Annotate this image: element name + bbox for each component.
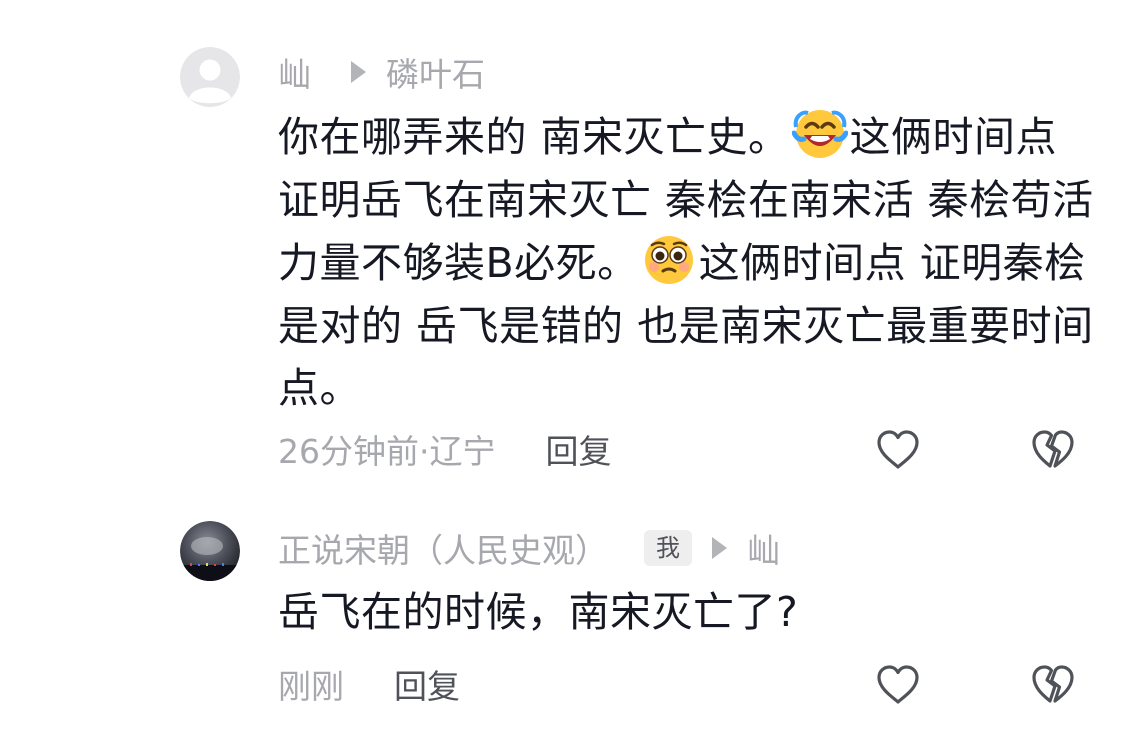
comment-author[interactable]: 正说宋朝（人民史观） [278,524,608,572]
dislike-button[interactable] [1028,660,1078,710]
comment-meta: 屾 磷叶石 [278,50,485,94]
reply-to-user[interactable]: 磷叶石 [386,48,485,96]
avatar[interactable] [180,47,240,107]
me-badge: 我 [644,530,692,566]
reply-button[interactable]: 回复 [545,425,611,473]
comment-text-part: 你在哪弄来的 南宋灭亡史。 [278,113,790,161]
comment-footer: 26分钟前·辽宁 回复 [278,424,611,474]
flushed-pleading-emoji [644,236,693,284]
like-button[interactable] [873,425,923,475]
broken-heart-icon [1032,430,1074,468]
heart-outline-icon [877,430,919,469]
comment-time-location: 刚刚 [278,667,344,706]
dislike-button[interactable] [1028,425,1078,475]
play-arrow-icon [712,537,727,559]
comment-author[interactable]: 屾 [278,48,311,96]
night-city-avatar-icon [180,521,240,581]
play-arrow-icon [351,61,366,83]
laughing-crying-emoji [791,110,848,158]
avatar[interactable] [180,521,240,581]
comment-meta: 正说宋朝（人民史观） 我 屾 [278,526,780,570]
reply-button[interactable]: 回复 [394,660,460,708]
reply-to-user[interactable]: 屾 [747,524,780,572]
heart-outline-icon [877,665,919,704]
comment-text: 你在哪弄来的 南宋灭亡史。 这俩时间点 证明岳飞在南宋灭亡 秦桧在南宋活 秦桧苟… [278,105,1098,420]
comment-text: 岳飞在的时候，南宋灭亡了? [278,581,1098,644]
comment-text-part: 岳飞在的时候，南宋灭亡了? [278,588,799,636]
default-avatar-icon [180,47,240,107]
like-button[interactable] [873,660,923,710]
comment-time-location: 26分钟前·辽宁 [278,432,496,471]
comment-footer: 刚刚 回复 [278,659,460,709]
broken-heart-icon [1032,665,1074,703]
